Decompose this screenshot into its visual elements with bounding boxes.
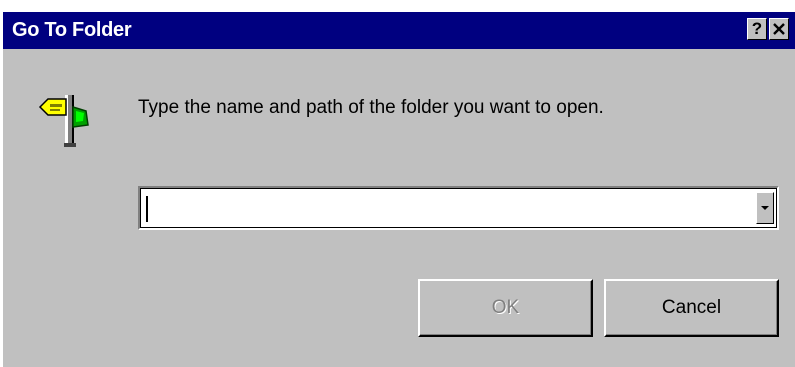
- chevron-down-icon: [761, 206, 769, 210]
- title-bar[interactable]: Go To Folder ?: [3, 12, 795, 49]
- close-button[interactable]: [769, 18, 789, 40]
- cancel-button[interactable]: Cancel: [604, 279, 779, 337]
- top-border: [3, 3, 795, 12]
- window-title: Go To Folder: [12, 19, 132, 41]
- instruction-text: Type the name and path of the folder you…: [138, 97, 604, 118]
- dropdown-button[interactable]: [756, 192, 774, 224]
- help-button[interactable]: ?: [747, 18, 767, 40]
- ok-button[interactable]: OK: [418, 279, 593, 337]
- text-caret: [146, 196, 148, 222]
- folder-path-combobox[interactable]: [138, 186, 779, 230]
- signpost-folder-icon: [38, 95, 89, 147]
- close-icon: [773, 23, 785, 35]
- go-to-folder-dialog: Go To Folder ? Type the name and path of…: [2, 3, 795, 367]
- folder-path-input[interactable]: [143, 191, 743, 225]
